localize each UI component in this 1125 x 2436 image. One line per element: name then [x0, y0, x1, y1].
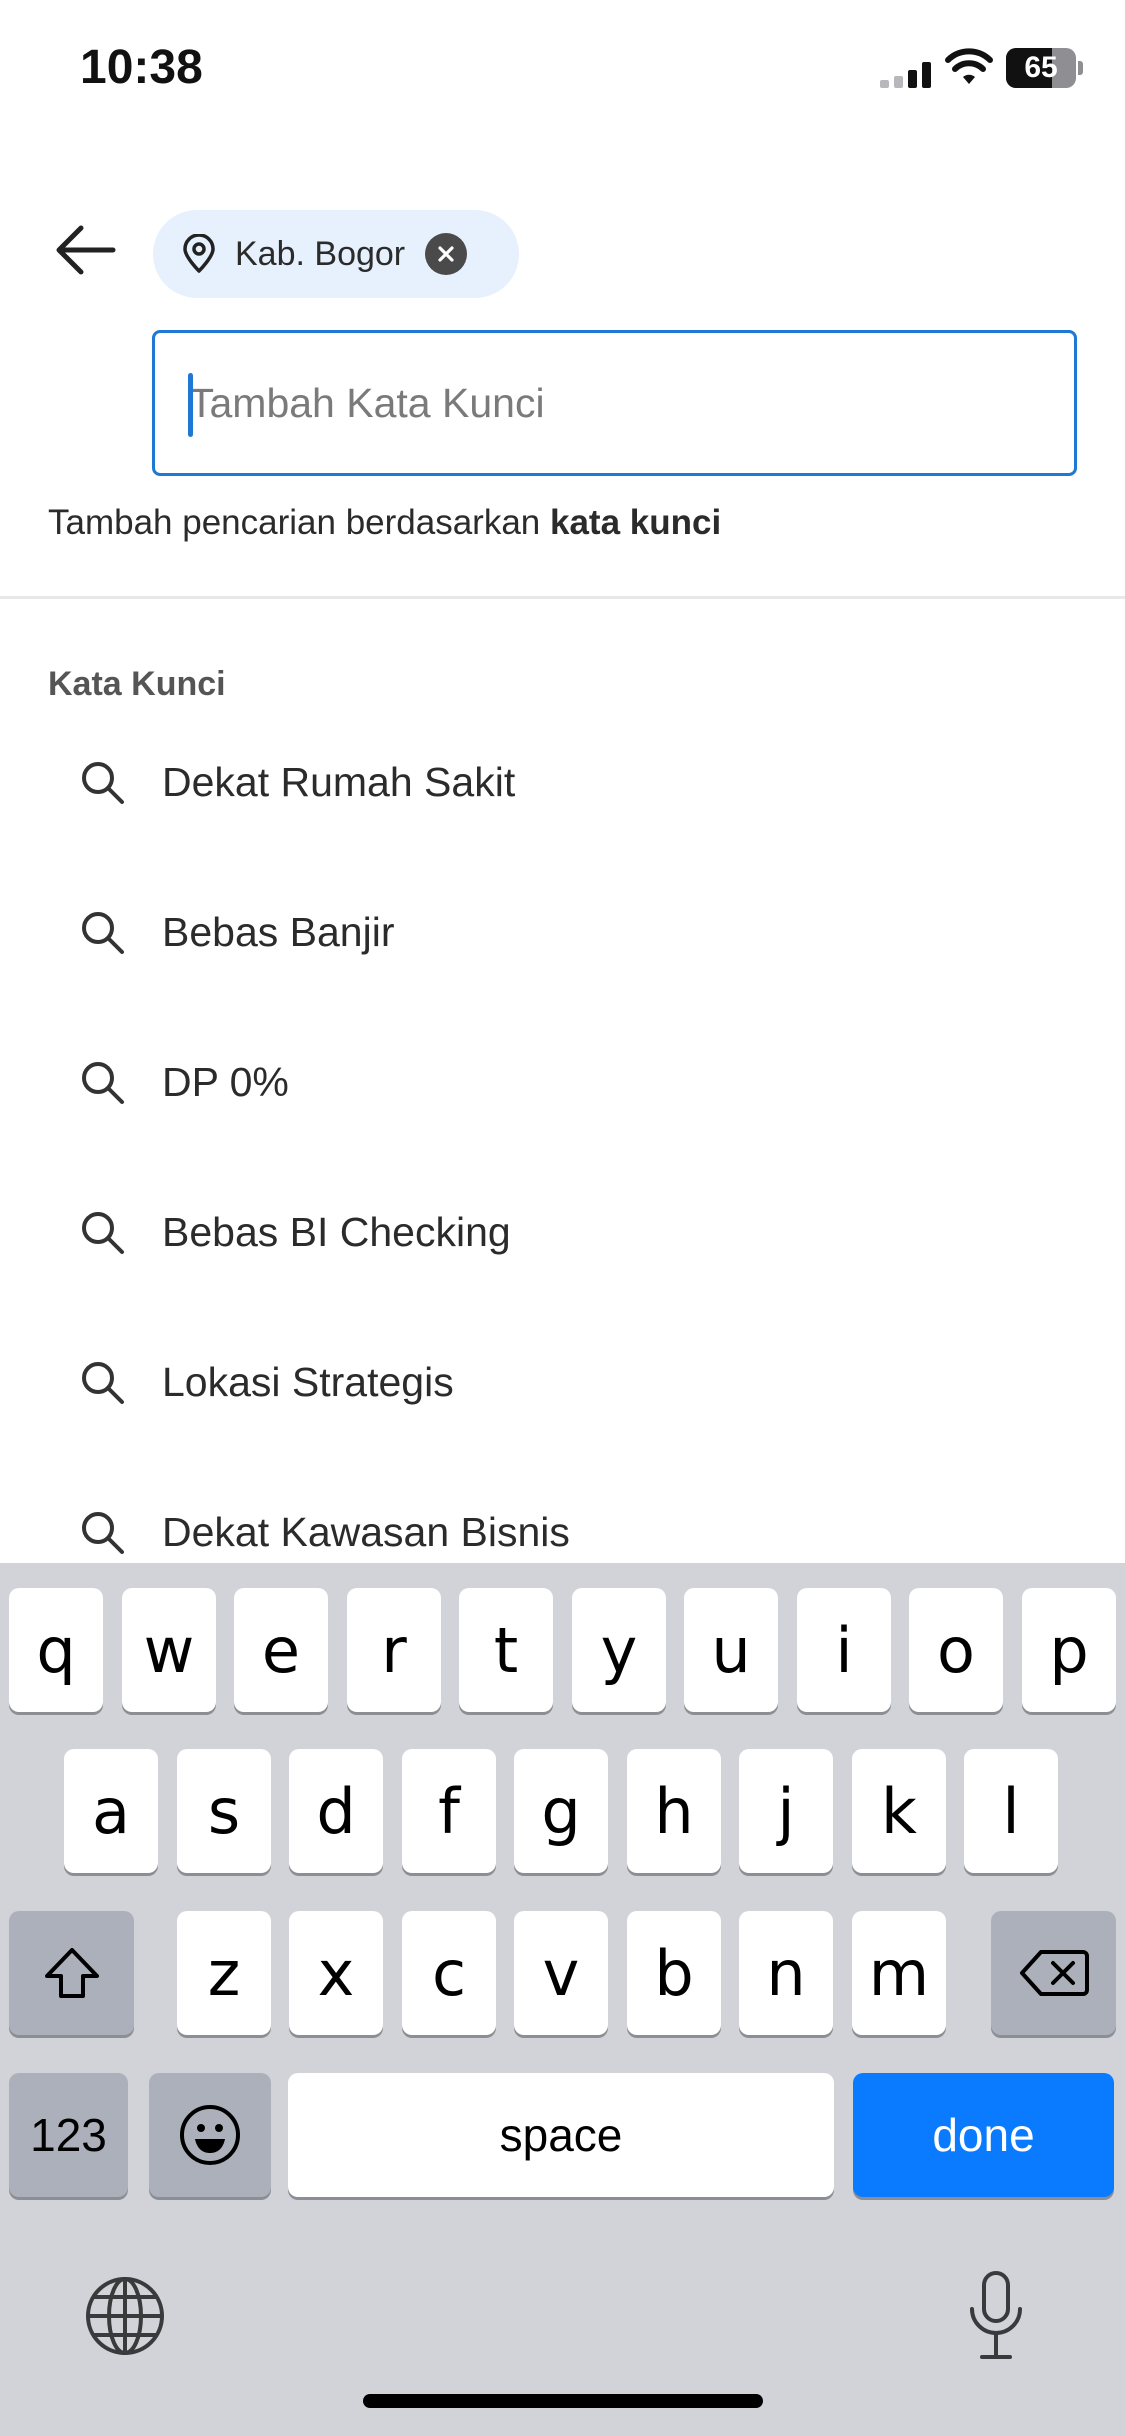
search-icon [82, 1362, 124, 1404]
keyword-suggestion-label: DP 0% [162, 1058, 289, 1105]
search-icon [82, 762, 124, 804]
battery-percent: 65 [1024, 51, 1058, 84]
search-icon [82, 912, 124, 954]
numbers-key[interactable]: 123 [9, 2073, 128, 2197]
keyword-suggestion[interactable]: Dekat Rumah Sakit [0, 707, 1125, 857]
key-h[interactable]: h [627, 1749, 721, 1873]
key-y[interactable]: y [572, 1588, 666, 1712]
key-l[interactable]: l [964, 1749, 1058, 1873]
divider [0, 596, 1125, 599]
status-time: 10:38 [80, 41, 203, 94]
key-c[interactable]: c [402, 1911, 496, 2035]
back-button[interactable] [45, 215, 125, 285]
key-w[interactable]: w [122, 1588, 216, 1712]
home-indicator[interactable] [363, 2394, 763, 2408]
keyword-suggestion[interactable]: Bebas Banjir [0, 857, 1125, 1007]
key-z[interactable]: z [177, 1911, 271, 2035]
space-key[interactable]: space [288, 2073, 834, 2197]
key-s[interactable]: s [177, 1749, 271, 1873]
key-x[interactable]: x [289, 1911, 383, 2035]
keyword-section-title: Kata Kunci [48, 665, 226, 703]
key-d[interactable]: d [289, 1749, 383, 1873]
key-a[interactable]: a [64, 1749, 158, 1873]
shift-key[interactable] [9, 1911, 134, 2035]
keyword-input-container [152, 330, 1077, 476]
key-q[interactable]: q [9, 1588, 103, 1712]
microphone-icon[interactable] [966, 2269, 1026, 2363]
keyboard: q w e r t y u i o p a s d f g h j k l z … [0, 1563, 1125, 2436]
search-icon [82, 1062, 124, 1104]
cellular-signal-icon [880, 62, 931, 88]
globe-icon[interactable] [84, 2275, 166, 2357]
screen: 10:38 65 Kab. Bogor Tambah Kata Kunci Ta… [0, 0, 1125, 2436]
key-m[interactable]: m [852, 1911, 946, 2035]
location-chip-label: Kab. Bogor [235, 234, 406, 273]
delete-key[interactable] [991, 1911, 1116, 2035]
chip-remove-button[interactable] [425, 233, 468, 275]
status-bar: 10:38 65 [0, 0, 1125, 140]
emoji-icon [180, 2105, 240, 2165]
key-f[interactable]: f [402, 1749, 496, 1873]
text-cursor [188, 373, 193, 437]
search-icon [82, 1512, 124, 1554]
search-icon [82, 1212, 124, 1254]
key-i[interactable]: i [797, 1588, 891, 1712]
keyword-suggestion[interactable]: DP 0% [0, 1007, 1125, 1157]
search-hint: Tambah pencarian berdasarkan kata kunci [48, 503, 721, 543]
location-chip[interactable]: Kab. Bogor [153, 210, 519, 298]
battery-icon: 65 [1006, 48, 1083, 88]
keyword-search-input[interactable] [189, 333, 1049, 473]
emoji-key[interactable] [149, 2073, 271, 2197]
keyword-suggestion-label: Bebas Banjir [162, 908, 395, 955]
close-icon [438, 246, 454, 262]
backspace-icon [1019, 1950, 1089, 1996]
keyword-suggestion[interactable]: Bebas BI Checking [0, 1157, 1125, 1307]
key-v[interactable]: v [514, 1911, 608, 2035]
keyword-suggestion-label: Bebas BI Checking [162, 1208, 511, 1255]
done-key[interactable]: done [853, 2073, 1114, 2197]
arrow-left-icon [56, 225, 116, 275]
key-j[interactable]: j [739, 1749, 833, 1873]
key-t[interactable]: t [459, 1588, 553, 1712]
wifi-icon [945, 48, 993, 84]
hint-prefix: Tambah pencarian berdasarkan [48, 503, 550, 542]
key-k[interactable]: k [852, 1749, 946, 1873]
key-g[interactable]: g [514, 1749, 608, 1873]
key-r[interactable]: r [347, 1588, 441, 1712]
key-u[interactable]: u [684, 1588, 778, 1712]
keyword-suggestion[interactable]: Lokasi Strategis [0, 1307, 1125, 1457]
key-o[interactable]: o [909, 1588, 1003, 1712]
keyword-suggestion-label: Dekat Kawasan Bisnis [162, 1508, 570, 1555]
key-p[interactable]: p [1022, 1588, 1116, 1712]
key-n[interactable]: n [739, 1911, 833, 2035]
key-e[interactable]: e [234, 1588, 328, 1712]
keyword-suggestion-label: Dekat Rumah Sakit [162, 758, 516, 805]
keyword-suggestion-list: Dekat Rumah Sakit Bebas Banjir DP 0% Beb… [0, 707, 1125, 1607]
hint-bold: kata kunci [549, 503, 722, 542]
keyword-suggestion-label: Lokasi Strategis [162, 1358, 454, 1405]
location-pin-icon [183, 234, 215, 273]
shift-icon [44, 1948, 99, 1998]
key-b[interactable]: b [627, 1911, 721, 2035]
